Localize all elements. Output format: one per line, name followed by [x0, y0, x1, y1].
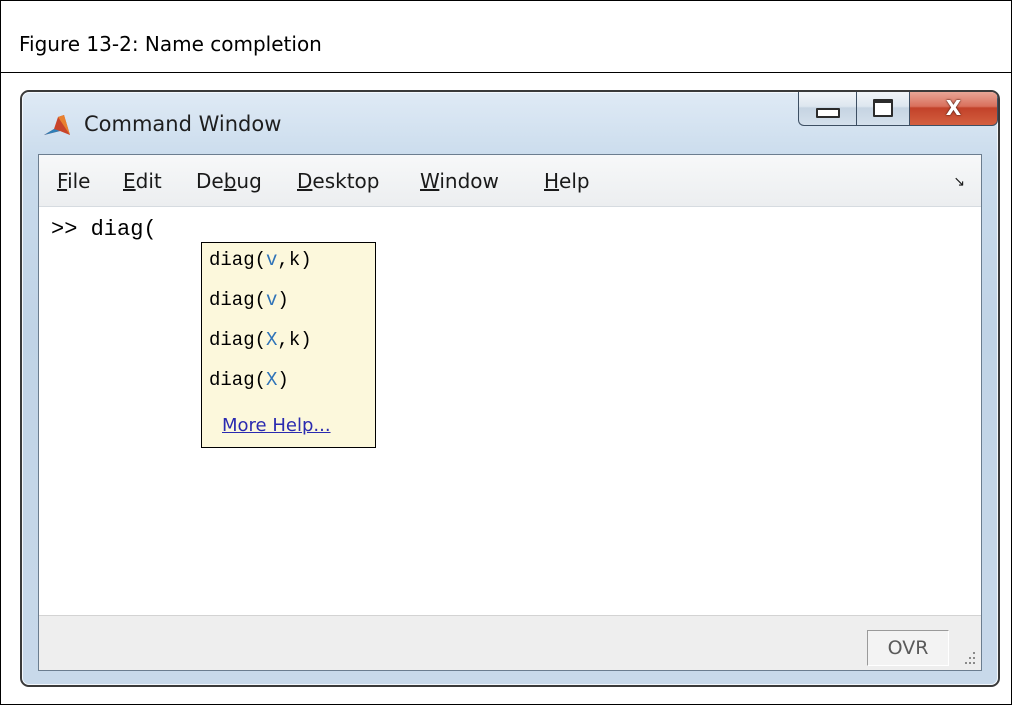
menu-mnemonic: b [223, 169, 237, 193]
menu-mnemonic: H [544, 169, 560, 193]
console-area[interactable]: >> diag( diag(v,k) diag(v) diag(X,k) dia… [39, 207, 981, 615]
menu-desktop[interactable]: Desktop [297, 169, 380, 193]
prompt: >> [51, 217, 78, 242]
completion-arg: v [266, 289, 278, 311]
completion-item[interactable]: diag(X) [209, 369, 289, 391]
menu-mnemonic: D [297, 169, 313, 193]
close-button[interactable]: X [910, 92, 998, 126]
completion-item[interactable]: diag(v) [209, 289, 289, 311]
completion-item[interactable]: diag(v,k) [209, 249, 312, 271]
menu-mnemonic: F [57, 169, 68, 193]
overwrite-mode-indicator: OVR [867, 630, 949, 666]
client-area: File Edit Debug Desktop Window Help ↘ >>… [38, 154, 982, 671]
completion-popup: diag(v,k) diag(v) diag(X,k) diag(X) More… [201, 242, 376, 448]
completion-arg: k [288, 249, 301, 271]
menu-help[interactable]: Help [544, 169, 590, 193]
completion-arg: X [266, 369, 278, 391]
menu-edit[interactable]: Edit [123, 169, 162, 193]
undock-arrow-icon[interactable]: ↘ [953, 175, 965, 189]
menu-window[interactable]: Window [420, 169, 499, 193]
menu-debug[interactable]: Debug [196, 169, 262, 193]
resize-grip-icon[interactable] [959, 648, 977, 666]
command-input[interactable]: diag( [91, 217, 157, 242]
menu-mnemonic: W [420, 169, 440, 193]
command-line[interactable]: >> diag( [51, 217, 157, 242]
maximize-button[interactable] [856, 92, 910, 126]
more-help-link[interactable]: More Help... [222, 415, 331, 436]
minimize-button[interactable] [798, 92, 856, 126]
command-window: Command Window X File Edit Debug Desktop… [20, 90, 1000, 687]
status-bar: OVR [39, 615, 981, 670]
completion-arg: X [266, 329, 278, 351]
caption-buttons: X [798, 92, 998, 130]
completion-arg: v [266, 249, 278, 271]
menu-file[interactable]: File [57, 169, 90, 193]
figure-body: Command Window X File Edit Debug Desktop… [1, 73, 1011, 704]
close-icon: X [945, 96, 962, 120]
menu-bar: File Edit Debug Desktop Window Help ↘ [39, 155, 981, 207]
window-title: Command Window [84, 112, 282, 136]
matlab-logo-icon [44, 115, 70, 135]
completion-arg: k [288, 329, 301, 351]
menu-mnemonic: E [123, 169, 136, 193]
title-bar[interactable]: Command Window X [22, 92, 998, 154]
figure-caption: Figure 13-2: Name completion [19, 32, 322, 56]
figure-caption-bar: Figure 13-2: Name completion [1, 1, 1011, 73]
minimize-icon [815, 108, 840, 118]
maximize-icon [873, 99, 893, 117]
figure-frame: Figure 13-2: Name completion Command Win… [0, 0, 1012, 705]
completion-item[interactable]: diag(X,k) [209, 329, 312, 351]
